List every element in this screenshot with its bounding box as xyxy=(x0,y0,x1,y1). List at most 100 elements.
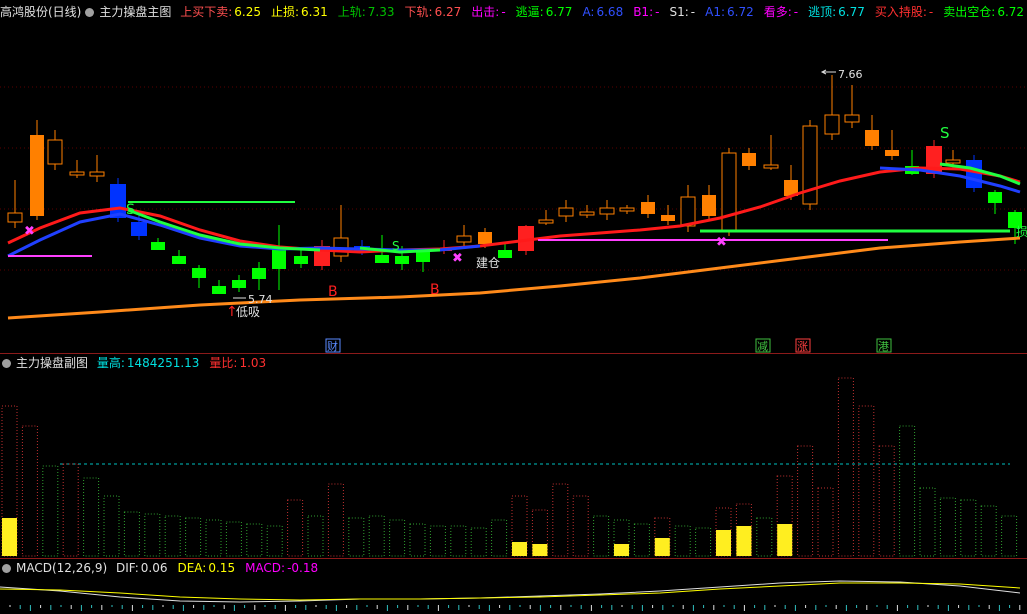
volume-bar xyxy=(389,519,406,557)
volume-bar xyxy=(552,483,569,557)
macd-dot-icon[interactable] xyxy=(2,564,11,573)
candle-body xyxy=(824,114,840,135)
candle-body xyxy=(988,192,1002,203)
event-tags: 财 减 涨 港 xyxy=(325,338,892,353)
volume-bar xyxy=(858,405,875,557)
volume-bar xyxy=(21,425,38,557)
volume-chart[interactable] xyxy=(0,372,1027,558)
volume-bar xyxy=(103,495,120,557)
candle-body xyxy=(30,135,44,216)
buy-signal-b: B xyxy=(430,282,440,298)
volume-highlight-bar xyxy=(777,524,793,556)
candle-body xyxy=(294,256,308,264)
volume-bar xyxy=(368,515,385,557)
candle-body xyxy=(456,235,472,243)
volume-bar xyxy=(266,525,283,557)
candle-body xyxy=(579,211,595,216)
volume-bar xyxy=(633,523,650,557)
macd-field-0: DIF: 0.06 xyxy=(116,561,173,575)
svg-text:✖: ✖ xyxy=(452,251,463,266)
candle-body xyxy=(966,160,982,188)
volume-bar xyxy=(797,445,814,557)
volume-bar xyxy=(348,517,365,557)
volume-highlight-bar xyxy=(512,542,527,556)
volume-bar xyxy=(42,465,59,557)
high-price-label: 7.66 xyxy=(838,68,863,81)
candle-body xyxy=(945,159,961,164)
event-tag-hk: 港 xyxy=(878,340,889,353)
candle-body xyxy=(151,242,165,250)
volume-bar xyxy=(878,445,895,557)
candle-body xyxy=(702,195,716,216)
macd-field-label: MACD: xyxy=(245,561,286,575)
volume-bar xyxy=(980,505,997,557)
volume-bar xyxy=(939,497,956,557)
sub-field-label: 量比: xyxy=(209,356,238,370)
candle-body xyxy=(375,255,389,263)
volume-bar xyxy=(83,477,100,557)
sub-indicator-fields: 量高: 1484251.13 量比: 1.03 xyxy=(97,356,276,370)
candle-body xyxy=(680,196,696,227)
candle-body xyxy=(844,114,860,123)
candle-body xyxy=(865,130,879,146)
candle-body xyxy=(558,207,574,217)
macd-field-value: -0.18 xyxy=(287,561,319,575)
candle-body xyxy=(7,212,23,223)
volume-bar xyxy=(695,527,712,557)
candle-body xyxy=(192,268,206,278)
buy-signal-b: B xyxy=(328,284,338,300)
low-price-annotation: 5.74 ↑ 低吸 xyxy=(226,293,273,320)
volume-bar xyxy=(62,463,79,557)
volume-bar xyxy=(307,515,324,557)
candle-body xyxy=(47,139,63,165)
candle-body xyxy=(131,222,147,236)
macd-header: MACD(12,26,9) DIF: 0.06 DEA: 0.15 MACD: -0.18 xyxy=(0,559,333,577)
volume-highlight-bar xyxy=(614,544,629,556)
volume-bar xyxy=(409,523,426,557)
high-price-annotation: 7.66 xyxy=(820,68,863,81)
event-tag-rise: 涨 xyxy=(797,340,808,353)
candle-body xyxy=(742,153,756,166)
candle-body xyxy=(416,252,430,262)
volume-bar xyxy=(837,377,854,557)
candle-body xyxy=(619,207,635,212)
volume-bar xyxy=(919,487,936,557)
volume-bar xyxy=(1001,515,1018,557)
candlesticks xyxy=(7,75,1022,294)
volume-highlight-bar xyxy=(736,526,752,556)
macd-field-label: DEA: xyxy=(177,561,207,575)
sell-signal-s: S xyxy=(126,202,135,218)
macd-field-value: 0.15 xyxy=(208,561,236,575)
volume-highlight-bar xyxy=(2,518,17,556)
volume-bar xyxy=(144,513,161,557)
candle-body xyxy=(599,207,615,215)
volume-bar xyxy=(164,515,181,557)
volume-bar xyxy=(246,523,263,557)
event-tag-finance: 财 xyxy=(327,339,338,353)
macd-indicator-fields: DIF: 0.06 DEA: 0.15 MACD: -0.18 xyxy=(116,561,328,575)
volume-bar xyxy=(674,525,691,557)
sub-field-label: 量高: xyxy=(96,356,125,370)
candle-body xyxy=(885,150,899,156)
event-tag-reduce: 减 xyxy=(757,340,768,353)
volume-bar xyxy=(491,519,508,557)
build-position-label: 建仓 xyxy=(476,256,500,270)
ma-blue-line xyxy=(7,212,481,258)
svg-text:✖: ✖ xyxy=(716,235,727,250)
ma-blue-line-right xyxy=(879,166,1021,194)
sub-indicator-name[interactable]: 主力操盘副图 xyxy=(16,356,88,370)
macd-chart[interactable] xyxy=(0,577,1027,614)
macd-indicator-name[interactable]: MACD(12,26,9) xyxy=(16,561,107,575)
volume-bar xyxy=(572,495,589,557)
volume-bar xyxy=(899,425,916,557)
macd-dif-line xyxy=(0,580,1021,603)
volume-bar xyxy=(205,519,222,557)
candle-body xyxy=(478,232,492,244)
volume-bars xyxy=(1,377,1018,557)
volume-bar xyxy=(756,517,773,557)
main-price-chart[interactable]: ✖ ✖ ✖ 7.66 5.74 ↑ 低吸 建仓 B B S S S 损 财 减 涨 … xyxy=(0,0,1027,354)
volume-bar xyxy=(225,521,242,557)
sub-indicator-dot-icon[interactable] xyxy=(2,359,11,368)
sub-field-value: 1.03 xyxy=(239,356,267,370)
volume-bar xyxy=(470,527,487,557)
